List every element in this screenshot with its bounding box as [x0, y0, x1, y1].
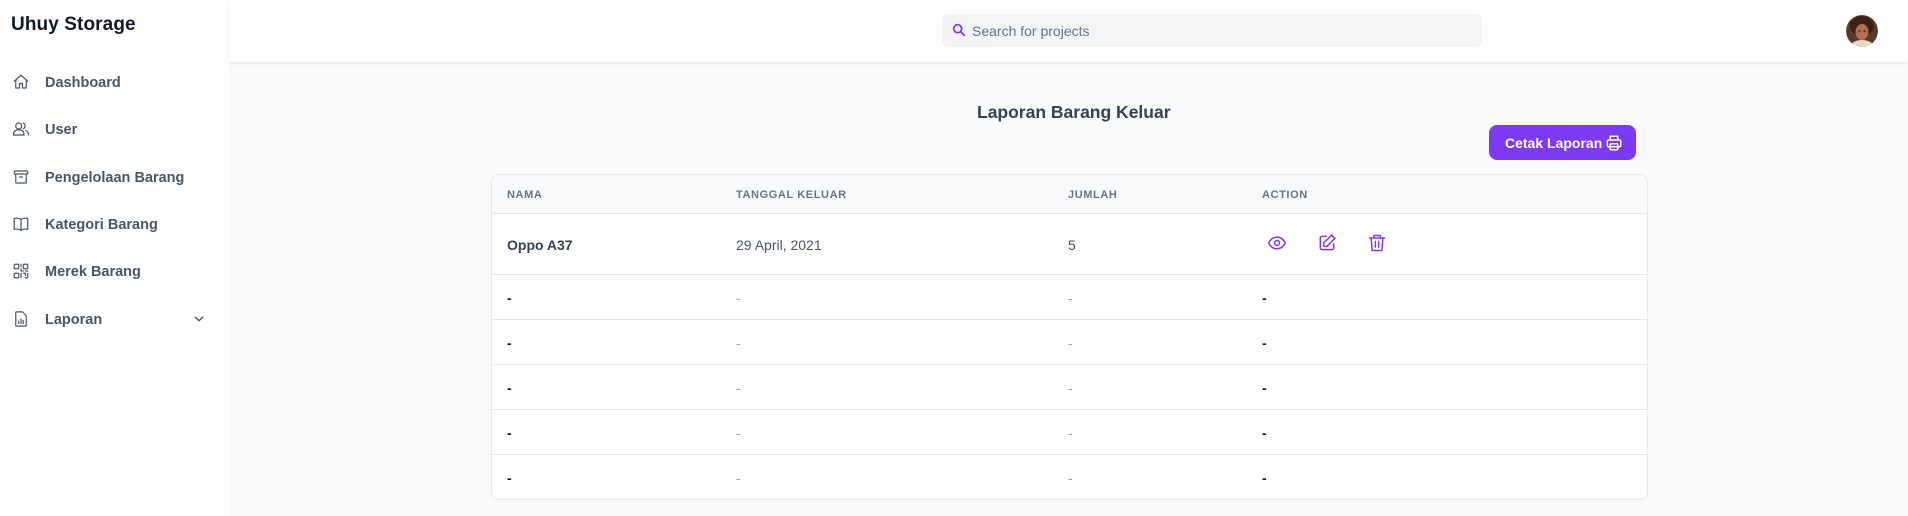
cell-action: -	[1262, 335, 1267, 351]
search-box	[942, 14, 1482, 47]
cell-action: -	[1262, 380, 1267, 396]
search-input[interactable]	[972, 14, 1472, 47]
table-header: Nama Tanggal Keluar Jumlah Action	[492, 175, 1647, 214]
print-button-label: Cetak Laporan	[1505, 134, 1603, 151]
sidebar-item-label: Dashboard	[45, 75, 121, 91]
cell-nama: -	[507, 380, 512, 396]
eye-icon	[1267, 233, 1287, 258]
cell-jumlah: -	[1068, 425, 1073, 441]
table-row: - - - -	[492, 275, 1647, 320]
cell-jumlah: -	[1068, 335, 1073, 351]
sidebar-item-merek-barang[interactable]: Merek Barang	[0, 254, 229, 288]
avatar[interactable]	[1846, 15, 1878, 47]
sidebar-item-user[interactable]: User	[0, 112, 229, 146]
printer-icon	[1605, 134, 1623, 152]
cell-tanggal: 29 April, 2021	[736, 237, 822, 253]
app-title[interactable]: Uhuy Storage	[11, 14, 136, 36]
cell-action: -	[1262, 425, 1267, 441]
cell-nama: -	[507, 470, 512, 486]
cell-jumlah: -	[1068, 380, 1073, 396]
sidebar-item-laporan[interactable]: Laporan	[0, 302, 229, 336]
cell-nama: Oppo A37	[507, 237, 573, 253]
delete-button[interactable]	[1366, 234, 1388, 256]
cell-nama: -	[507, 335, 512, 351]
column-header-nama: Nama	[507, 189, 543, 201]
print-report-button[interactable]: Cetak Laporan	[1489, 125, 1636, 160]
trash-icon	[1367, 233, 1387, 258]
users-icon	[12, 120, 30, 138]
cell-tanggal: -	[736, 425, 741, 441]
cell-jumlah: 5	[1068, 237, 1076, 253]
archive-icon	[12, 168, 30, 186]
sidebar-item-dashboard[interactable]: Dashboard	[0, 65, 229, 99]
column-header-jumlah: Jumlah	[1068, 189, 1118, 201]
cell-jumlah: -	[1068, 470, 1073, 486]
sidebar-item-label: Merek Barang	[45, 264, 141, 280]
table-row: - - - -	[492, 365, 1647, 410]
sidebar-item-label: Laporan	[45, 312, 103, 328]
sidebar-item-kategori-barang[interactable]: Kategori Barang	[0, 207, 229, 241]
report-table: Nama Tanggal Keluar Jumlah Action Oppo A…	[491, 174, 1648, 500]
cell-action: -	[1262, 290, 1267, 306]
cell-tanggal: -	[736, 380, 741, 396]
cell-tanggal: -	[736, 470, 741, 486]
table-row: - - - -	[492, 410, 1647, 455]
cell-action: -	[1262, 470, 1267, 486]
edit-button[interactable]	[1316, 233, 1338, 258]
page-title: Laporan Barang Keluar	[977, 102, 1171, 122]
home-icon	[12, 73, 30, 91]
cell-tanggal: -	[736, 335, 741, 351]
sidebar-item-label: User	[45, 122, 78, 138]
table-row: - - - -	[492, 320, 1647, 365]
chevron-down-icon[interactable]	[192, 312, 206, 326]
cell-jumlah: -	[1068, 290, 1073, 306]
column-header-action: Action	[1262, 189, 1308, 201]
view-button[interactable]	[1266, 234, 1288, 256]
book-icon	[12, 215, 30, 233]
cell-tanggal: -	[736, 290, 741, 306]
sidebar-item-pengelolaan-barang[interactable]: Pengelolaan Barang	[0, 160, 229, 194]
sidebar: Uhuy Storage Dashboard User Pengelolaan …	[0, 0, 229, 516]
table-row: Oppo A37 29 April, 2021 5	[492, 214, 1647, 275]
search-icon	[951, 22, 967, 38]
column-header-tanggal-keluar: Tanggal Keluar	[736, 189, 847, 201]
sidebar-item-label: Kategori Barang	[45, 217, 158, 233]
top-header	[229, 0, 1908, 62]
document-report-icon	[12, 310, 30, 328]
cell-nama: -	[507, 290, 512, 306]
edit-icon	[1317, 233, 1337, 258]
cell-nama: -	[507, 425, 512, 441]
table-row: - - - -	[492, 455, 1647, 499]
sidebar-item-label: Pengelolaan Barang	[45, 170, 185, 186]
qr-code-icon	[12, 262, 30, 280]
